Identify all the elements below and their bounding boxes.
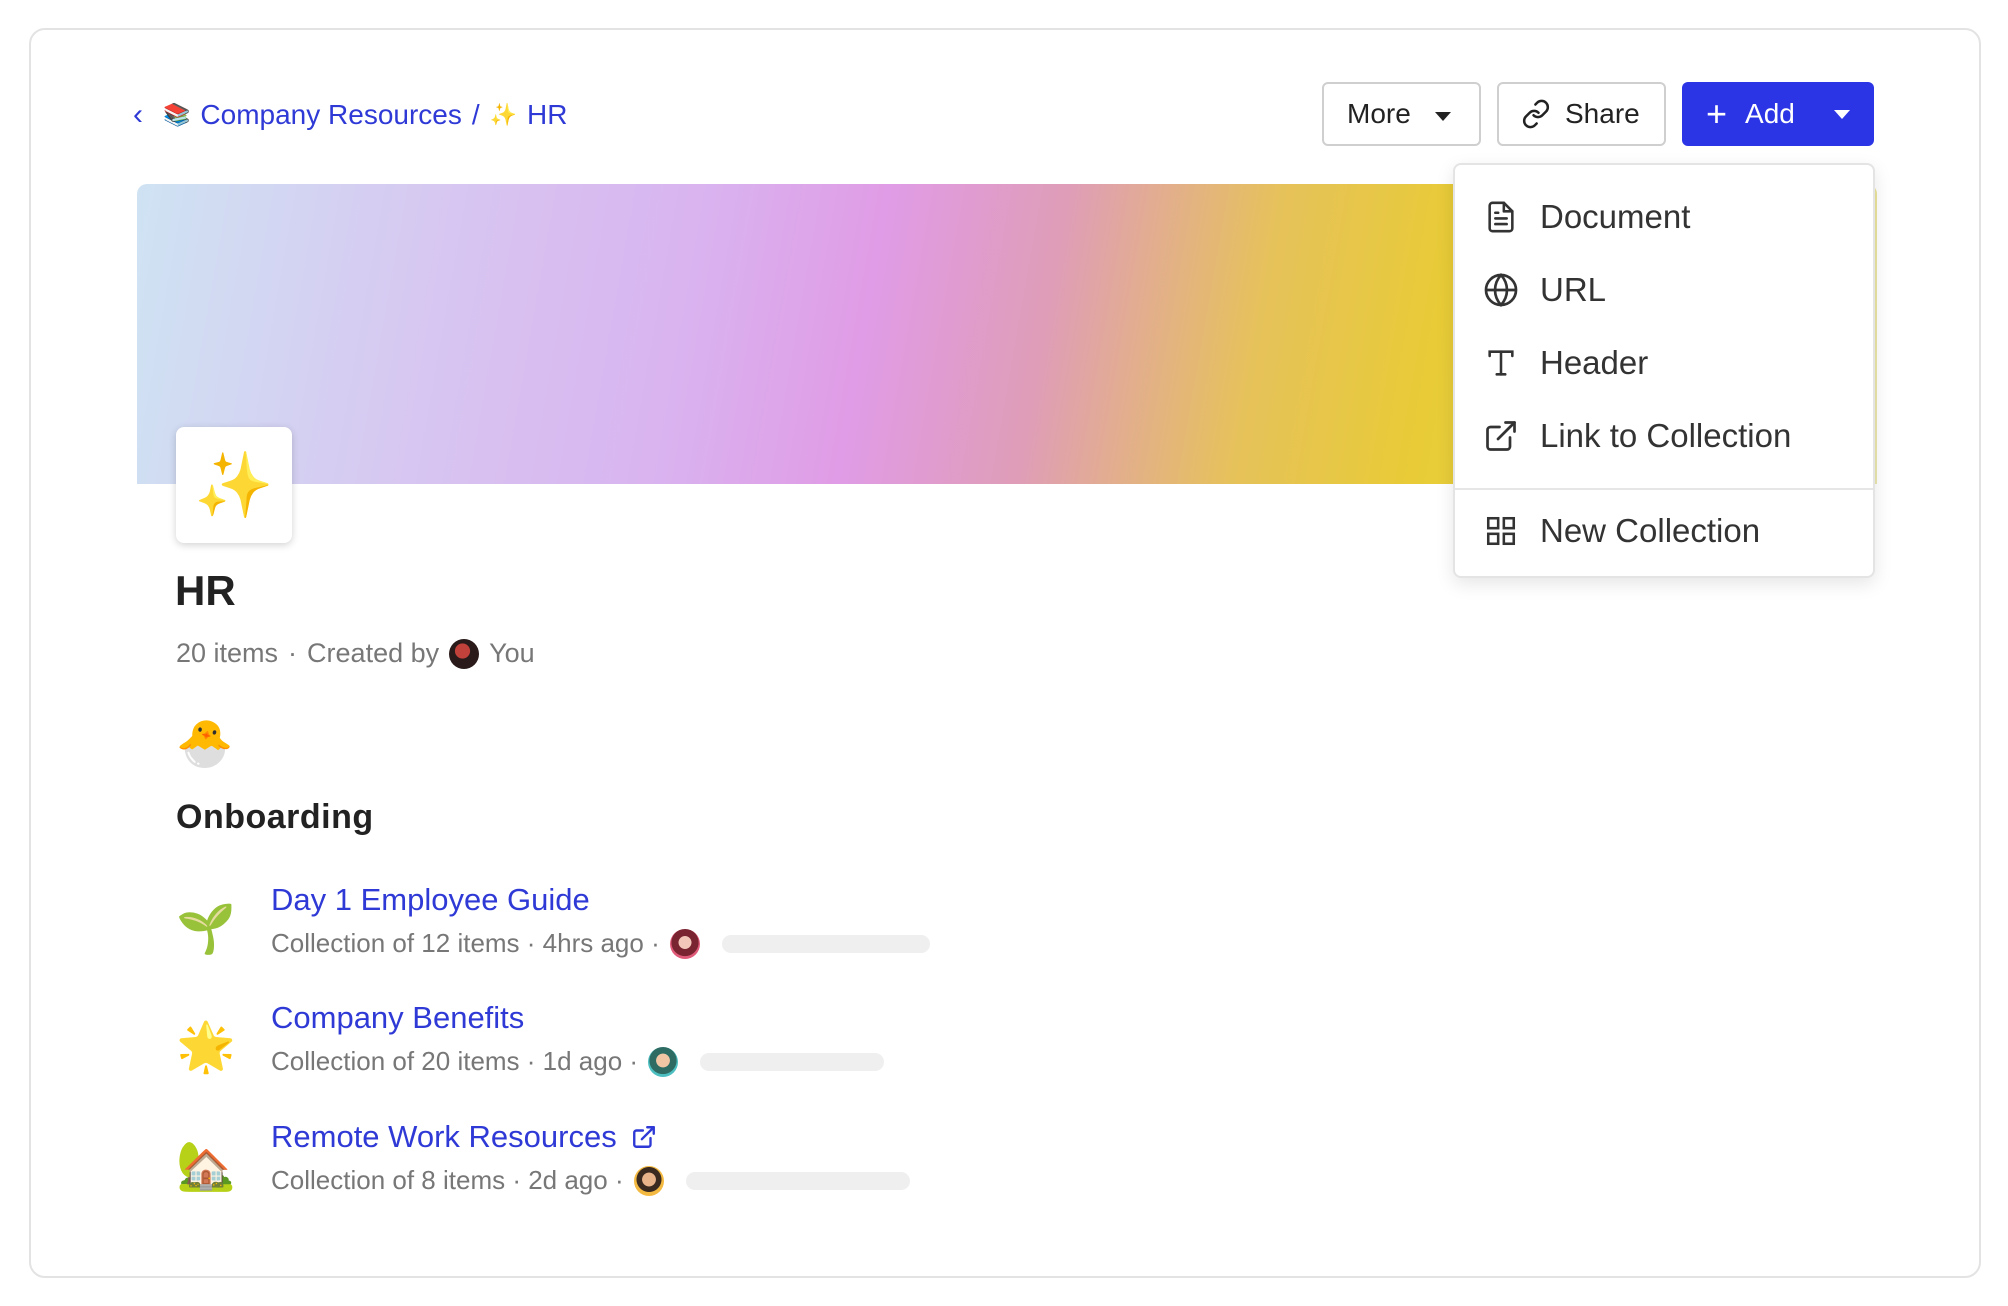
page-title: HR bbox=[175, 567, 236, 614]
menu-item-header[interactable]: Header bbox=[1455, 331, 1873, 395]
share-button-label: Share bbox=[1565, 98, 1640, 129]
menu-item-document[interactable]: Document bbox=[1455, 185, 1873, 249]
item-title: Company Benefits bbox=[271, 1000, 525, 1035]
menu-item-label: Link to Collection bbox=[1540, 417, 1792, 454]
item-title-link[interactable]: Day 1 Employee Guide bbox=[271, 882, 590, 918]
list-item: 🌟 Company Benefits Collection of 20 item… bbox=[176, 1000, 1076, 1090]
more-button-label: More bbox=[1347, 98, 1411, 129]
menu-item-label: Document bbox=[1540, 198, 1691, 235]
menu-item-url[interactable]: URL bbox=[1455, 258, 1873, 322]
item-title: Day 1 Employee Guide bbox=[271, 882, 590, 917]
menu-item-link-to-collection[interactable]: Link to Collection bbox=[1455, 404, 1873, 468]
item-title-link[interactable]: Remote Work Resources bbox=[271, 1119, 657, 1155]
books-emoji-icon: 📚 bbox=[163, 102, 191, 127]
more-button[interactable]: More bbox=[1322, 82, 1481, 146]
item-title-link[interactable]: Company Benefits bbox=[271, 1000, 524, 1036]
sparkles-emoji-icon: ✨ bbox=[489, 102, 518, 127]
avatar bbox=[633, 1165, 664, 1196]
chevron-left-icon[interactable]: ‹ bbox=[133, 98, 153, 132]
item-meta: Collection of 20 items · 1d ago · bbox=[271, 1046, 885, 1077]
item-meta-text: Collection of 20 items · 1d ago · bbox=[271, 1046, 639, 1076]
avatar bbox=[648, 1046, 679, 1077]
created-by-label: Created by bbox=[307, 638, 440, 668]
placeholder-bar bbox=[721, 934, 930, 953]
breadcrumb-current-link[interactable]: HR bbox=[527, 99, 567, 131]
menu-item-label: Header bbox=[1540, 344, 1649, 381]
breadcrumb-separator: / bbox=[471, 99, 480, 130]
add-button[interactable]: + Add bbox=[1682, 82, 1874, 146]
caret-down-icon bbox=[1834, 110, 1850, 119]
share-button[interactable]: Share bbox=[1497, 82, 1666, 146]
collection-icon-tile[interactable]: ✨ bbox=[176, 427, 292, 543]
menu-item-label: New Collection bbox=[1540, 512, 1761, 549]
menu-item-new-collection[interactable]: New Collection bbox=[1455, 499, 1873, 563]
document-icon bbox=[1483, 199, 1519, 235]
external-link-icon bbox=[1483, 418, 1519, 454]
placeholder-bar bbox=[685, 1171, 910, 1190]
link-icon bbox=[1522, 99, 1550, 129]
item-meta-text: Collection of 12 items · 4hrs ago · bbox=[271, 928, 660, 958]
section-title: Onboarding bbox=[176, 798, 374, 836]
seedling-icon: 🌱 bbox=[176, 903, 236, 956]
item-count: 20 items bbox=[176, 638, 279, 668]
creator-name: You bbox=[489, 638, 535, 668]
house-with-garden-icon: 🏡 bbox=[176, 1140, 236, 1193]
item-title: Remote Work Resources bbox=[271, 1119, 617, 1154]
text-icon bbox=[1483, 345, 1519, 381]
meta-dot: · bbox=[288, 638, 298, 668]
avatar bbox=[449, 638, 480, 669]
list-item: 🏡 Remote Work Resources Collection of 8 … bbox=[176, 1119, 1076, 1209]
collection-meta: 20 items · Created by You bbox=[176, 638, 535, 669]
placeholder-bar bbox=[700, 1052, 885, 1071]
sparkles-icon: ✨ bbox=[194, 448, 274, 521]
item-meta-text: Collection of 8 items · 2d ago · bbox=[271, 1165, 624, 1195]
breadcrumb-parent-link[interactable]: Company Resources bbox=[200, 99, 461, 131]
grid-icon bbox=[1483, 513, 1519, 549]
list-item: 🌱 Day 1 Employee Guide Collection of 12 … bbox=[176, 882, 1076, 972]
item-meta: Collection of 8 items · 2d ago · bbox=[271, 1165, 910, 1196]
globe-icon bbox=[1483, 272, 1519, 308]
menu-item-label: URL bbox=[1540, 271, 1607, 308]
item-meta: Collection of 12 items · 4hrs ago · bbox=[271, 928, 930, 959]
external-link-icon bbox=[632, 1126, 655, 1148]
add-button-label: Add bbox=[1745, 98, 1795, 129]
menu-divider bbox=[1455, 488, 1873, 490]
add-dropdown-menu: Document URL Header Link to Collection N… bbox=[1453, 163, 1875, 578]
caret-down-icon bbox=[1435, 112, 1451, 121]
avatar bbox=[669, 928, 700, 959]
hatching-chick-icon: 🐣 bbox=[176, 717, 234, 769]
breadcrumb: ‹ 📚 Company Resources / ✨ HR bbox=[133, 95, 568, 135]
glowing-star-icon: 🌟 bbox=[176, 1021, 236, 1074]
plus-icon: + bbox=[1706, 93, 1728, 134]
